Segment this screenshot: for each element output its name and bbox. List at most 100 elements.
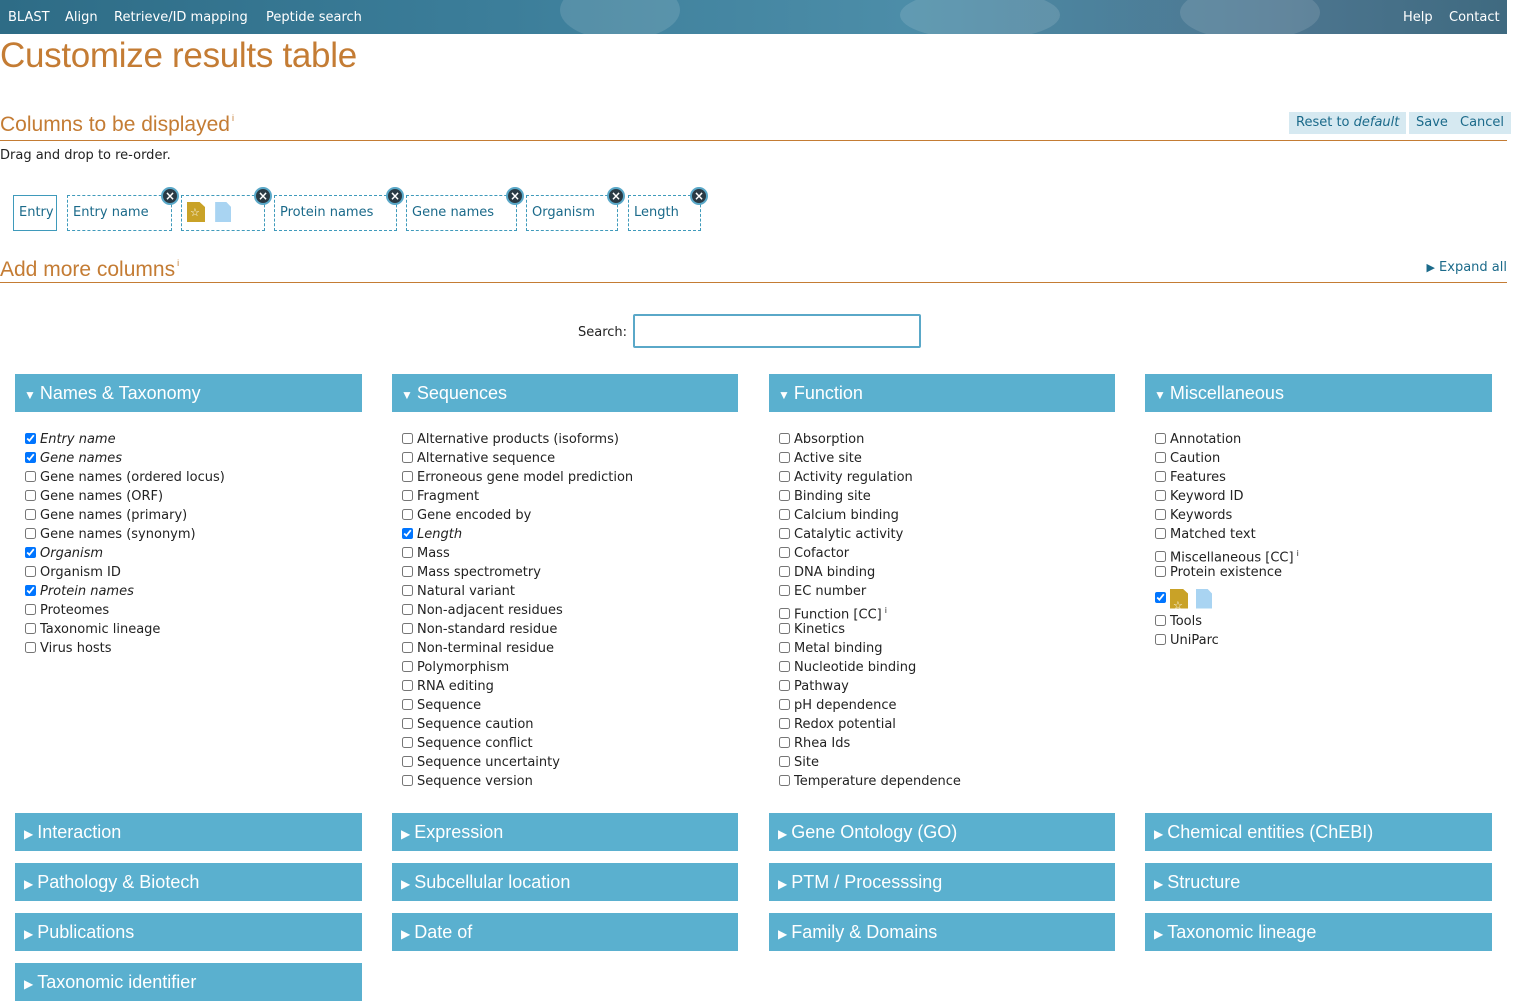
- remove-column-close-icon[interactable]: ×: [690, 187, 708, 205]
- category-header-publications[interactable]: ▶ Publications: [15, 913, 362, 951]
- option-checkbox[interactable]: [779, 756, 790, 767]
- cancel-button[interactable]: Cancel: [1453, 112, 1512, 134]
- option-checkbox[interactable]: [402, 566, 413, 577]
- option-checkbox[interactable]: [25, 471, 36, 482]
- column-option[interactable]: Organism ID: [25, 563, 225, 582]
- column-option[interactable]: Taxonomic lineage: [25, 620, 225, 639]
- column-option[interactable]: Sequence caution: [402, 715, 633, 734]
- option-checkbox[interactable]: [1155, 634, 1166, 645]
- remove-column-close-icon[interactable]: ×: [161, 187, 179, 205]
- column-option[interactable]: Keywords: [1155, 506, 1299, 525]
- column-option[interactable]: Gene names (ORF): [25, 487, 225, 506]
- option-checkbox[interactable]: [779, 490, 790, 501]
- column-option[interactable]: Protein existence: [1155, 563, 1299, 582]
- option-checkbox[interactable]: [25, 566, 36, 577]
- info-icon[interactable]: i: [177, 258, 179, 268]
- category-header-subcellular-location[interactable]: ▶ Subcellular location: [392, 863, 738, 901]
- option-checkbox[interactable]: [402, 699, 413, 710]
- column-option[interactable]: Gene names: [25, 449, 225, 468]
- option-checkbox[interactable]: [25, 585, 36, 596]
- column-chip-length[interactable]: Length: [628, 195, 701, 231]
- option-checkbox[interactable]: [1155, 592, 1166, 603]
- column-option[interactable]: Kinetics: [779, 620, 961, 639]
- option-checkbox[interactable]: [1155, 471, 1166, 482]
- remove-column-close-icon[interactable]: ×: [254, 187, 272, 205]
- option-checkbox[interactable]: [25, 604, 36, 615]
- option-checkbox[interactable]: [402, 452, 413, 463]
- column-option[interactable]: Features: [1155, 468, 1299, 487]
- column-option[interactable]: Erroneous gene model prediction: [402, 468, 633, 487]
- column-option[interactable]: Function [CC] i: [779, 601, 961, 622]
- option-checkbox[interactable]: [25, 433, 36, 444]
- column-option[interactable]: Alternative sequence: [402, 449, 633, 468]
- column-option[interactable]: Temperature dependence: [779, 772, 961, 791]
- option-checkbox[interactable]: [402, 528, 413, 539]
- option-checkbox[interactable]: [402, 642, 413, 653]
- column-chip-entry[interactable]: Entry: [13, 195, 57, 231]
- column-option[interactable]: ☆: [1155, 586, 1299, 612]
- option-checkbox[interactable]: [402, 718, 413, 729]
- option-checkbox[interactable]: [25, 547, 36, 558]
- category-header-sequences[interactable]: ▼ Sequences: [392, 374, 738, 412]
- column-option[interactable]: Alternative products (isoforms): [402, 430, 633, 449]
- column-option[interactable]: Virus hosts: [25, 639, 225, 658]
- column-option[interactable]: Catalytic activity: [779, 525, 961, 544]
- option-checkbox[interactable]: [1155, 551, 1166, 563]
- category-header-family-domains[interactable]: ▶ Family & Domains: [769, 913, 1115, 951]
- column-option[interactable]: UniParc: [1155, 631, 1299, 650]
- option-checkbox[interactable]: [25, 452, 36, 463]
- remove-column-close-icon[interactable]: ×: [506, 187, 524, 205]
- column-option[interactable]: Non-standard residue: [402, 620, 633, 639]
- column-option[interactable]: Keyword ID: [1155, 487, 1299, 506]
- category-header-taxonomic-identifier[interactable]: ▶ Taxonomic identifier: [15, 963, 362, 1001]
- column-option[interactable]: Gene names (ordered locus): [25, 468, 225, 487]
- nav-contact[interactable]: Contact: [1449, 10, 1500, 25]
- save-button[interactable]: Save: [1409, 112, 1455, 134]
- option-checkbox[interactable]: [402, 737, 413, 748]
- remove-column-close-icon[interactable]: ×: [607, 187, 625, 205]
- column-chip-status[interactable]: ☆: [181, 195, 265, 231]
- option-checkbox[interactable]: [402, 680, 413, 691]
- column-option[interactable]: Absorption: [779, 430, 961, 449]
- column-option[interactable]: Sequence: [402, 696, 633, 715]
- option-checkbox[interactable]: [779, 661, 790, 672]
- option-checkbox[interactable]: [779, 433, 790, 444]
- column-option[interactable]: RNA editing: [402, 677, 633, 696]
- column-option[interactable]: Matched text: [1155, 525, 1299, 544]
- column-option[interactable]: Gene names (primary): [25, 506, 225, 525]
- category-header-pathology-biotech[interactable]: ▶ Pathology & Biotech: [15, 863, 362, 901]
- column-option[interactable]: Gene names (synonym): [25, 525, 225, 544]
- category-header-taxonomic-lineage[interactable]: ▶ Taxonomic lineage: [1145, 913, 1492, 951]
- option-checkbox[interactable]: [779, 528, 790, 539]
- option-checkbox[interactable]: [779, 718, 790, 729]
- category-header-ptm-processsing[interactable]: ▶ PTM / Processsing: [769, 863, 1115, 901]
- column-option[interactable]: Length: [402, 525, 633, 544]
- column-option[interactable]: Fragment: [402, 487, 633, 506]
- option-checkbox[interactable]: [779, 452, 790, 463]
- column-option[interactable]: Mass spectrometry: [402, 563, 633, 582]
- category-header-function[interactable]: ▼ Function: [769, 374, 1115, 412]
- option-checkbox[interactable]: [1155, 528, 1166, 539]
- nav-help[interactable]: Help: [1403, 10, 1433, 25]
- category-header-gene-ontology-go[interactable]: ▶ Gene Ontology (GO): [769, 813, 1115, 851]
- category-header-interaction[interactable]: ▶ Interaction: [15, 813, 362, 851]
- option-checkbox[interactable]: [1155, 433, 1166, 444]
- category-header-date-of[interactable]: ▶ Date of: [392, 913, 738, 951]
- option-checkbox[interactable]: [402, 661, 413, 672]
- nav-peptide-search[interactable]: Peptide search: [266, 10, 362, 25]
- category-header-miscellaneous[interactable]: ▼ Miscellaneous: [1145, 374, 1492, 412]
- column-chip-organism[interactable]: Organism: [526, 195, 618, 231]
- option-checkbox[interactable]: [402, 604, 413, 615]
- column-option[interactable]: Non-terminal residue: [402, 639, 633, 658]
- option-checkbox[interactable]: [779, 699, 790, 710]
- option-checkbox[interactable]: [779, 623, 790, 634]
- column-option[interactable]: Gene encoded by: [402, 506, 633, 525]
- option-checkbox[interactable]: [779, 585, 790, 596]
- column-option[interactable]: Sequence conflict: [402, 734, 633, 753]
- column-chip-protein-names[interactable]: Protein names: [274, 195, 397, 231]
- option-checkbox[interactable]: [779, 680, 790, 691]
- option-checkbox[interactable]: [402, 756, 413, 767]
- option-checkbox[interactable]: [25, 509, 36, 520]
- column-option[interactable]: Miscellaneous [CC] i: [1155, 544, 1299, 565]
- option-checkbox[interactable]: [1155, 509, 1166, 520]
